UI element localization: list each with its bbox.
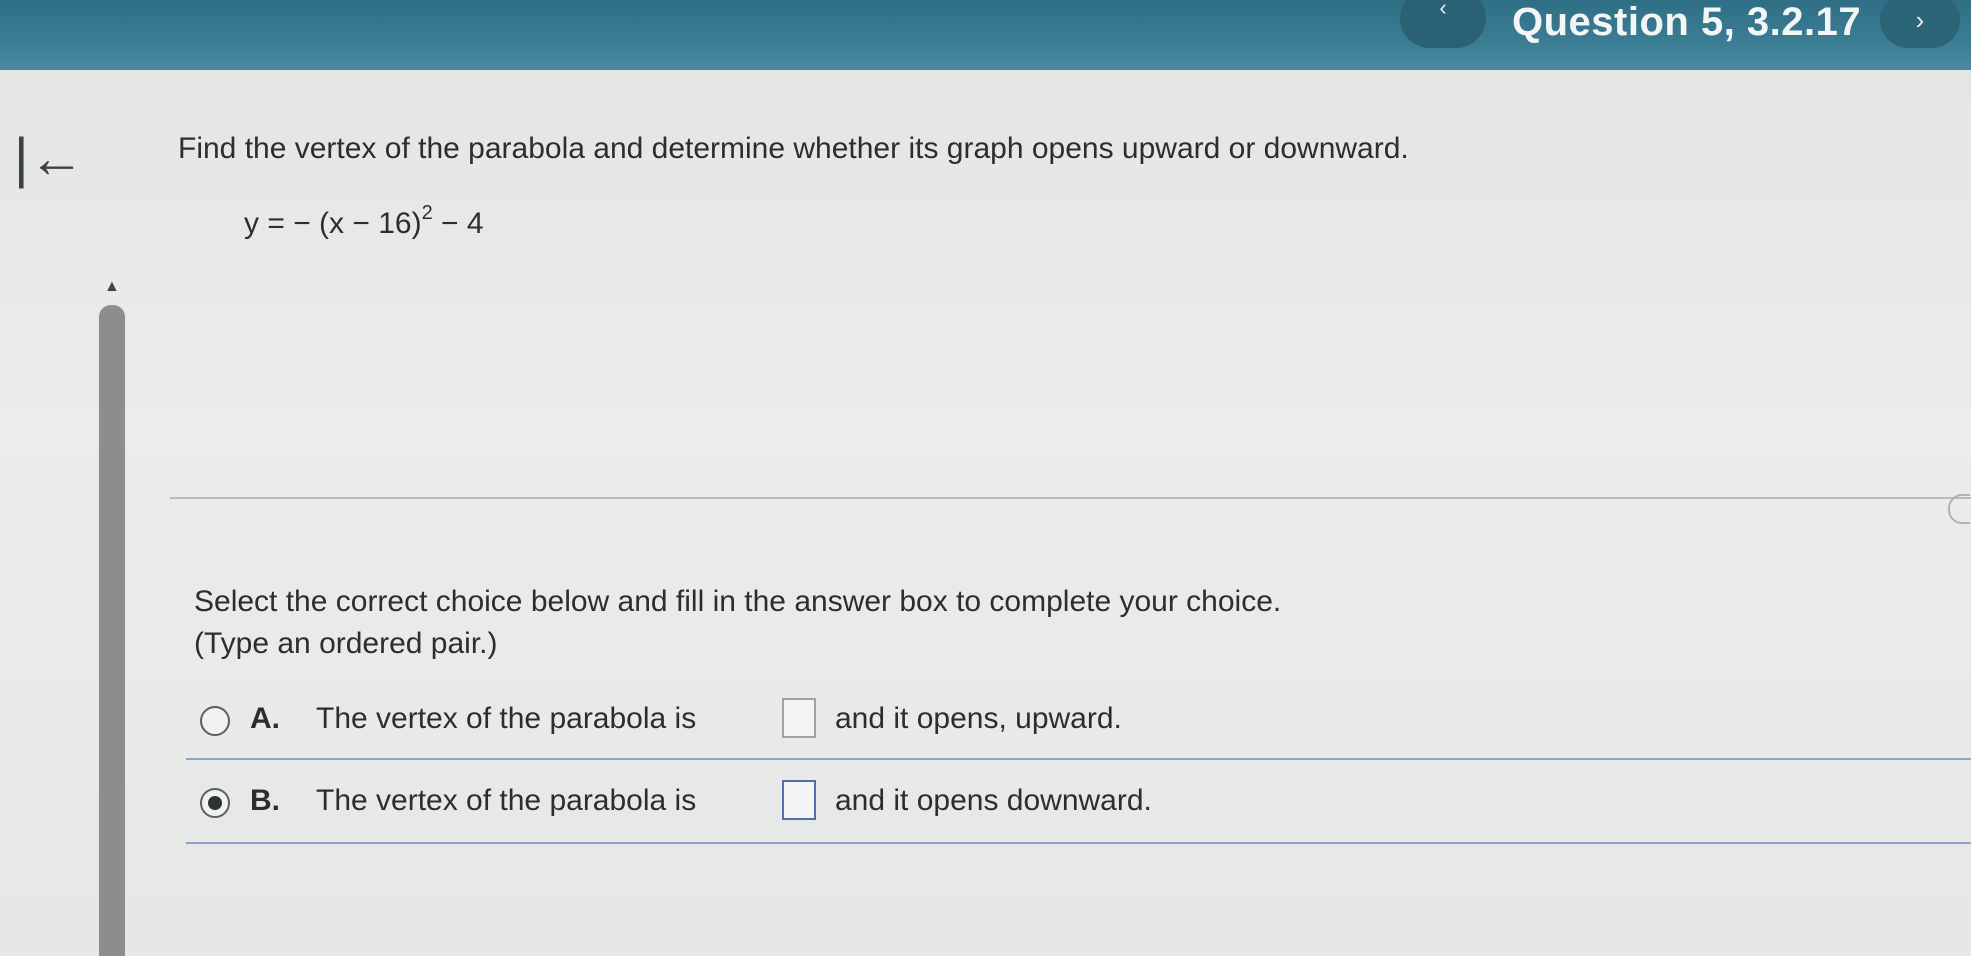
choice-separator xyxy=(186,758,1971,760)
equation-exponent: 2 xyxy=(421,202,433,224)
equation-base: y = − (x − 16) xyxy=(244,207,422,240)
scroll-up-icon[interactable]: ▲ xyxy=(104,278,120,296)
question-prompt: Find the vertex of the parabola and dete… xyxy=(178,132,1409,165)
choice-b-letter: B. xyxy=(250,784,280,817)
choice-b-answer-box[interactable] xyxy=(782,780,816,820)
chevron-left-icon: ‹ xyxy=(1439,0,1447,20)
previous-question-button[interactable]: ‹ xyxy=(1400,0,1486,48)
choice-a-letter: A. xyxy=(250,702,280,735)
choice-a[interactable]: A. The vertex of the parabola is and it … xyxy=(190,688,1971,754)
divider-handle[interactable] xyxy=(1948,494,1970,524)
top-bar: ‹ Question 5, 3.2.17 › xyxy=(0,0,1971,70)
answer-instruction: Select the correct choice below and fill… xyxy=(194,585,1282,618)
choice-a-suffix: and it opens, upward. xyxy=(835,702,1122,735)
choice-a-text: The vertex of the parabola is xyxy=(316,702,697,735)
equation: y = − (x − 16)2 − 4 xyxy=(244,202,484,241)
section-divider xyxy=(170,497,1971,499)
choice-b-suffix: and it opens downward. xyxy=(835,784,1152,817)
back-arrow-icon[interactable]: |← xyxy=(14,130,85,186)
choice-separator xyxy=(186,842,1971,844)
equation-constant: − 4 xyxy=(432,207,484,240)
next-question-button[interactable]: › xyxy=(1880,0,1960,48)
scrollbar[interactable] xyxy=(99,305,125,956)
answer-hint: (Type an ordered pair.) xyxy=(194,627,498,660)
choice-a-radio[interactable] xyxy=(200,706,230,736)
question-title: Question 5, 3.2.17 xyxy=(1512,0,1862,44)
choice-b-text: The vertex of the parabola is xyxy=(316,784,697,817)
choice-b[interactable]: B. The vertex of the parabola is and it … xyxy=(190,770,1971,836)
chevron-right-icon: › xyxy=(1915,5,1925,35)
choice-a-answer-box[interactable] xyxy=(782,698,816,738)
choice-b-radio[interactable] xyxy=(200,788,230,818)
